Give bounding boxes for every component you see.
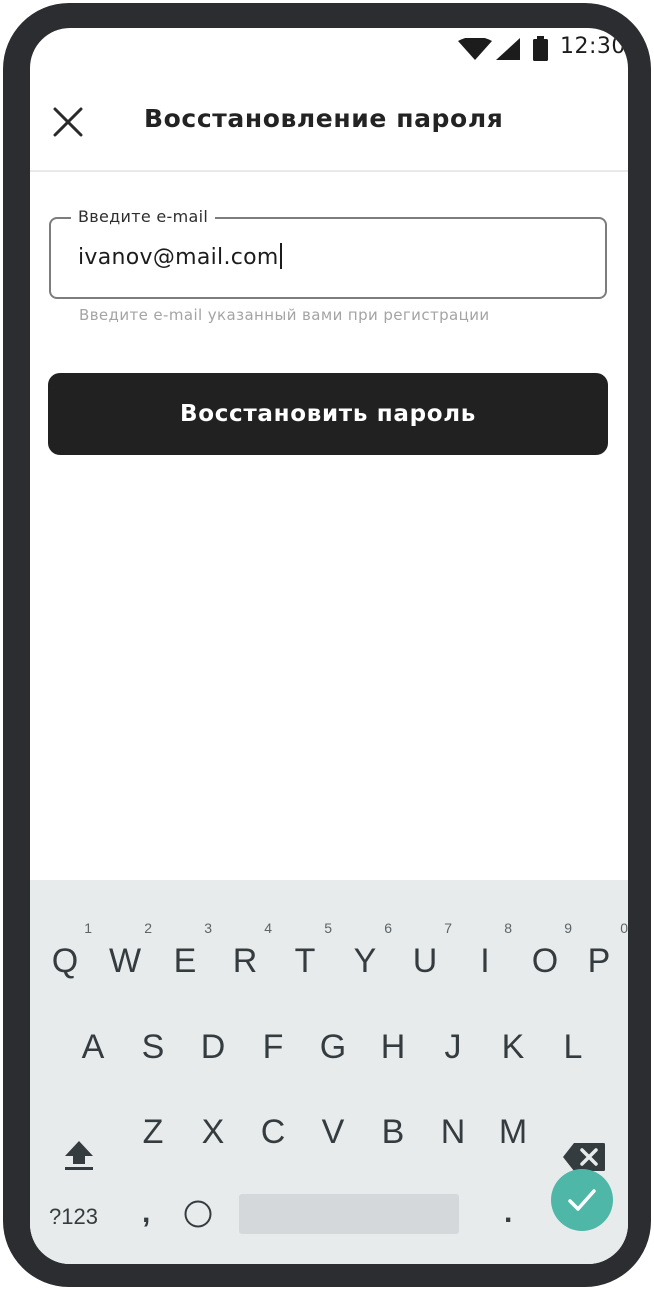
key-hint: 5 [324, 920, 332, 936]
key-label: T [294, 942, 316, 980]
check-icon [568, 1189, 596, 1211]
key-u[interactable]: U 7 [400, 920, 452, 988]
backspace-key[interactable] [562, 1142, 606, 1172]
comma-key-label: , [142, 1196, 151, 1229]
app-header: Восстановление пароля [30, 72, 628, 172]
comma-key[interactable]: , [142, 1196, 172, 1236]
key-label: I [480, 942, 490, 980]
key-label: X [201, 1113, 225, 1151]
key-y[interactable]: Y 6 [340, 920, 392, 988]
key-s[interactable]: S [128, 1014, 178, 1074]
key-k[interactable]: K [488, 1014, 538, 1074]
key-hint: 8 [504, 920, 512, 936]
key-n[interactable]: N [428, 1099, 478, 1159]
key-hint: 9 [564, 920, 572, 936]
restore-password-button-label: Восстановить пароль [179, 401, 477, 427]
key-label: L [563, 1028, 583, 1066]
emoji-key[interactable] [183, 1199, 213, 1229]
space-bar[interactable] [239, 1194, 459, 1234]
soft-keyboard: Q 1 W 2 E 3 R 4 T 5 Y 6 U 7 I 8 O 9 P 0 … [30, 880, 628, 1264]
email-helper-text: Введите e-mail указанный вами при регист… [79, 306, 490, 324]
restore-password-button[interactable]: Восстановить пароль [48, 373, 608, 455]
key-label: V [321, 1113, 345, 1151]
key-e[interactable]: E 3 [160, 920, 212, 988]
close-icon [53, 107, 83, 137]
key-f[interactable]: F [248, 1014, 298, 1074]
key-hint: 7 [444, 920, 452, 936]
key-label: S [141, 1028, 165, 1066]
key-label: W [108, 942, 142, 980]
key-label: Y [353, 942, 377, 980]
key-t[interactable]: T 5 [280, 920, 332, 988]
key-hint: 2 [144, 920, 152, 936]
key-label: M [498, 1113, 528, 1151]
key-j[interactable]: J [428, 1014, 478, 1074]
backspace-icon [563, 1143, 605, 1171]
key-hint: 0 [620, 920, 628, 936]
battery-icon [533, 36, 548, 61]
key-hint: 6 [384, 920, 392, 936]
key-label: H [380, 1028, 406, 1066]
device: 12:30 Восстановление пароля Введите e-ma… [0, 0, 654, 1290]
period-key[interactable]: . [504, 1196, 528, 1236]
key-label: J [444, 1028, 462, 1066]
status-time: 12:30 [560, 34, 626, 59]
signal-icon [496, 38, 520, 60]
key-label: G [319, 1028, 347, 1066]
key-q[interactable]: Q 1 [40, 920, 92, 988]
key-label: F [262, 1028, 284, 1066]
key-label: D [200, 1028, 226, 1066]
screen: 12:30 Восстановление пароля Введите e-ma… [30, 28, 628, 1264]
shift-icon [65, 1141, 93, 1170]
key-label: C [260, 1113, 286, 1151]
key-w[interactable]: W 2 [100, 920, 152, 988]
status-bar: 12:30 [30, 28, 628, 72]
wifi-icon [458, 38, 492, 60]
key-o[interactable]: O 9 [520, 920, 572, 988]
symbols-key[interactable]: ?123 [49, 1204, 98, 1230]
key-z[interactable]: Z [128, 1099, 178, 1159]
key-label: U [412, 942, 438, 980]
email-input[interactable]: ivanov@mail.com [78, 243, 282, 270]
key-i[interactable]: I 8 [460, 920, 512, 988]
shift-key[interactable] [63, 1138, 103, 1178]
text-caret [279, 243, 282, 269]
key-hint: 3 [204, 920, 212, 936]
key-label: O [531, 942, 559, 980]
key-hint: 4 [264, 920, 272, 936]
done-key[interactable] [551, 1169, 613, 1231]
key-x[interactable]: X [188, 1099, 238, 1159]
page-title: Восстановление пароля [144, 104, 504, 133]
key-a[interactable]: A [68, 1014, 118, 1074]
circle-icon [184, 1200, 212, 1228]
key-p[interactable]: P 0 [574, 920, 628, 988]
key-label: E [173, 942, 197, 980]
key-label: N [440, 1113, 466, 1151]
email-field-label: Введите e-mail [71, 207, 216, 226]
key-g[interactable]: G [308, 1014, 358, 1074]
key-v[interactable]: V [308, 1099, 358, 1159]
close-button[interactable] [48, 102, 88, 142]
key-hint: 1 [84, 920, 92, 936]
key-label: Q [51, 942, 79, 980]
key-h[interactable]: H [368, 1014, 418, 1074]
key-l[interactable]: L [548, 1014, 598, 1074]
key-label: A [81, 1028, 105, 1066]
key-label: B [381, 1113, 405, 1151]
key-label: P [587, 942, 611, 980]
key-d[interactable]: D [188, 1014, 238, 1074]
email-field[interactable]: Введите e-mail ivanov@mail.com [49, 207, 607, 299]
key-label: R [232, 942, 258, 980]
key-m[interactable]: M [488, 1099, 538, 1159]
email-input-value: ivanov@mail.com [78, 245, 279, 270]
key-b[interactable]: B [368, 1099, 418, 1159]
key-c[interactable]: C [248, 1099, 298, 1159]
key-label: K [501, 1028, 525, 1066]
key-r[interactable]: R 4 [220, 920, 272, 988]
period-key-label: . [504, 1196, 513, 1229]
key-label: Z [142, 1113, 164, 1151]
